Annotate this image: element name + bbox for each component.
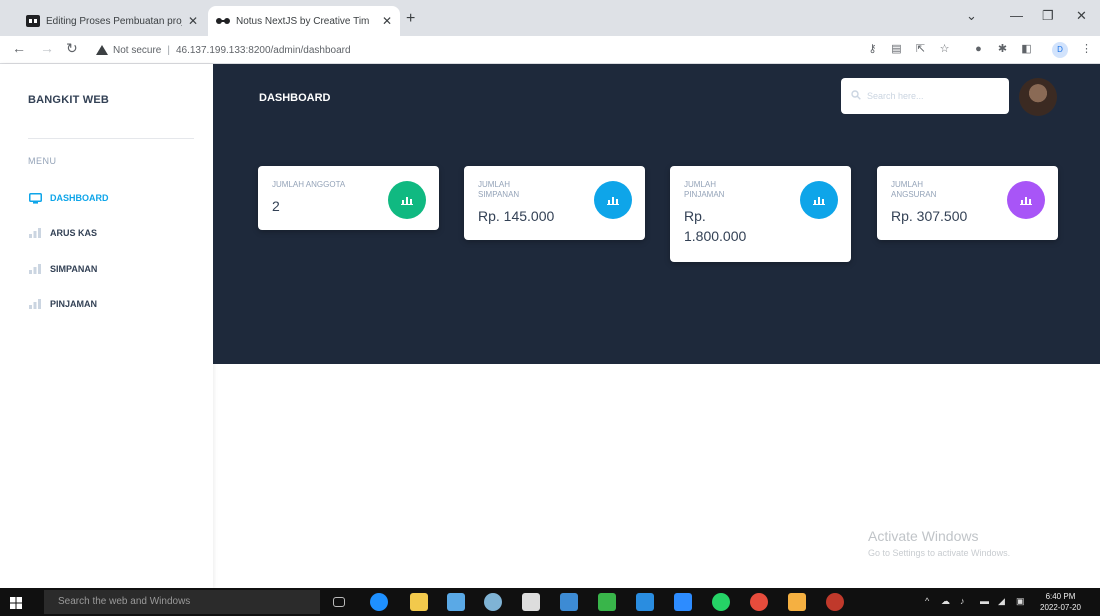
app-icon[interactable] [484,593,502,611]
share-icon[interactable]: ⇱ [914,43,927,56]
close-tab-icon[interactable]: ✕ [382,14,392,28]
store-icon[interactable] [522,593,540,611]
sidebar: BANGKIT WEB MENU DASHBOARD ARUS KAS SIMP… [0,64,213,588]
recorder-icon[interactable] [826,593,844,611]
network-icon[interactable]: ◢ [998,596,1005,607]
stat-card-simpanan: JUMLAH SIMPANAN Rp. 145.000 [464,166,645,240]
notifications-icon[interactable]: ▣ [1016,596,1025,607]
file-explorer-icon[interactable] [410,593,428,611]
security-label: Not secure [113,44,162,56]
tray-chevron-icon[interactable]: ^ [925,596,929,606]
edge-browser-icon[interactable] [370,593,388,611]
back-icon[interactable]: ← [12,40,26,56]
chart-bar-icon [1007,181,1045,219]
tab-title: Notus NextJS by Creative Tim [236,15,370,27]
volume-icon[interactable]: ♪ [960,596,965,606]
sidebar-item-arus-kas[interactable]: ARUS KAS [28,227,97,239]
taskbar-clock[interactable]: 6:40 PM 2022-07-20 [1040,591,1081,613]
reload-icon[interactable]: ↻ [66,40,78,57]
chart-bar-icon [800,181,838,219]
stat-card-label: JUMLAH SIMPANAN [478,180,520,199]
bookmark-star-icon[interactable]: ☆ [938,43,951,56]
app-icon[interactable] [560,593,578,611]
dashboard-header-panel: DASHBOARD JUMLAH ANGGOTA 2 JUMLAH SIMPAN… [213,64,1100,364]
notus-favicon-icon [216,15,230,27]
forward-icon[interactable]: → [40,40,54,56]
chrome-icon[interactable] [750,593,768,611]
url-text: 46.137.199.133:8200/admin/dashboard [175,44,351,56]
search-icon [851,87,861,105]
close-window-icon[interactable]: ✕ [1076,8,1087,24]
sidebar-item-label: PINJAMAN [50,299,98,309]
activate-windows-title: Activate Windows [868,528,979,544]
new-tab-icon[interactable]: + [406,10,415,28]
chart-bar-icon [388,181,426,219]
stat-card-value: Rp. 1.800.000 [684,208,747,244]
warning-icon [96,45,108,55]
clock-date: 2022-07-20 [1040,603,1081,612]
page-title: DASHBOARD [259,92,331,104]
sidebar-item-label: SIMPANAN [50,264,98,274]
windows-start-icon[interactable] [10,596,22,609]
blogger-favicon-icon [26,15,40,27]
tab-search-chevron-icon[interactable]: ⌄ [966,8,977,24]
stat-card-pinjaman: JUMLAH PINJAMAN Rp. 1.800.000 [670,166,851,262]
battery-icon[interactable]: ▬ [980,596,989,606]
omnibox-separator: | [167,44,170,56]
app-icon[interactable] [788,593,806,611]
browser-tab-editing[interactable]: Editing Proses Pembuatan proje ✕ [18,6,206,36]
translate-icon[interactable]: ▤ [890,43,903,56]
clock-time: 6:40 PM [1045,592,1076,601]
windows-taskbar: Search the web and Windows ^ ☁ ♪ ▬ ◢ ▣ 6… [0,588,1100,616]
stat-card-value: 2 [272,198,280,214]
sidebar-item-simpanan[interactable]: SIMPANAN [28,263,97,275]
onedrive-icon[interactable]: ☁ [941,596,950,607]
activate-windows-subtitle: Go to Settings to activate Windows. [868,548,1011,558]
close-tab-icon[interactable]: ✕ [188,14,198,28]
task-view-icon[interactable] [333,597,345,607]
browser-tab-notus[interactable]: Notus NextJS by Creative Tim ✕ [208,6,400,36]
browser-tab-strip: Editing Proses Pembuatan proje ✕ Notus N… [0,0,1100,36]
sidebar-item-dashboard[interactable]: DASHBOARD [28,192,109,204]
taskbar-search-input[interactable]: Search the web and Windows [44,590,320,614]
menu-heading: MENU [28,156,57,166]
sidebar-item-label: DASHBOARD [50,193,109,203]
stat-card-value: Rp. 145.000 [478,208,555,224]
app-icon[interactable] [447,593,465,611]
key-icon[interactable]: ⚷ [866,43,879,56]
brand-logo-text[interactable]: BANGKIT WEB [28,94,109,106]
browser-toolbar: ← → ↻ Not secure | 46.137.199.133:8200/a… [0,36,1100,64]
tab-title: Editing Proses Pembuatan proje [46,15,182,27]
side-panel-icon[interactable]: ◧ [1020,43,1033,56]
extension-icon[interactable]: ● [972,43,985,56]
monitor-icon [28,192,42,204]
sidebar-item-pinjaman[interactable]: PINJAMAN [28,298,97,310]
search-box[interactable] [841,78,1009,114]
vscode-icon[interactable] [636,593,654,611]
stat-card-label: JUMLAH ANGGOTA [272,180,346,189]
address-bar[interactable]: Not secure | 46.137.199.133:8200/admin/d… [96,40,852,60]
search-input[interactable] [867,91,997,101]
stat-card-label: JUMLAH ANGSURAN [891,180,937,199]
zoom-icon[interactable] [674,593,692,611]
sidebar-divider [28,138,194,139]
kebab-menu-icon[interactable]: ⋮ [1080,43,1093,56]
stat-card-angsuran: JUMLAH ANGSURAN Rp. 307.500 [877,166,1058,240]
sidebar-item-label: ARUS KAS [50,228,98,238]
app-icon[interactable] [598,593,616,611]
stat-card-label: JUMLAH PINJAMAN [684,180,725,199]
bar-chart-icon [28,298,42,310]
bar-chart-icon [28,227,42,239]
stat-card-anggota: JUMLAH ANGGOTA 2 [258,166,439,230]
stat-card-value: Rp. 307.500 [891,208,968,224]
puzzle-extensions-icon[interactable]: ✱ [996,43,1009,56]
profile-avatar-icon[interactable]: D [1052,42,1068,58]
user-avatar[interactable] [1019,78,1057,116]
chart-bar-icon [594,181,632,219]
bar-chart-icon [28,263,42,275]
whatsapp-icon[interactable] [712,593,730,611]
minimize-icon[interactable]: — [1010,8,1023,23]
restore-icon[interactable]: ❐ [1042,8,1054,24]
